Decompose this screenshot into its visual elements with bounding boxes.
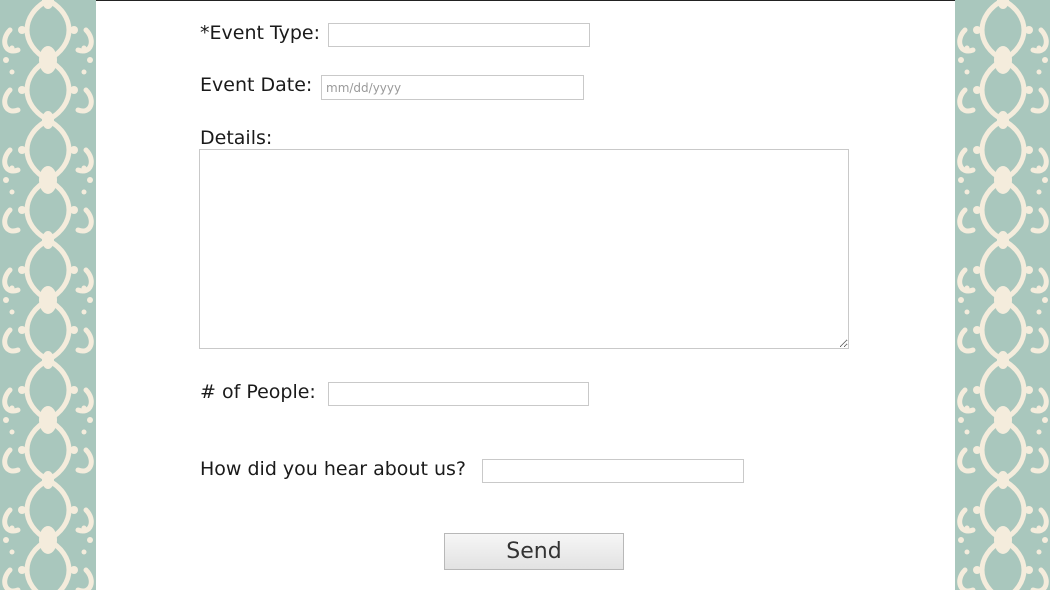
send-button[interactable]: Send [444,533,624,570]
details-textarea[interactable] [199,149,849,349]
left-damask-border [0,0,96,590]
details-label: Details: [200,127,273,149]
event-type-input[interactable] [328,23,590,47]
event-type-label: *Event Type: [200,22,321,44]
people-count-label: # of People: [200,381,316,403]
event-date-input[interactable] [321,75,584,100]
damask-pattern-icon [955,0,1050,590]
damask-pattern-icon [0,0,96,590]
event-date-label: Event Date: [200,74,313,96]
people-count-input[interactable] [328,382,589,406]
referral-label: How did you hear about us? [200,458,466,480]
event-inquiry-form: *Event Type: Event Date: Details: # of P… [96,0,955,590]
referral-input[interactable] [482,459,744,483]
right-damask-border [955,0,1050,590]
